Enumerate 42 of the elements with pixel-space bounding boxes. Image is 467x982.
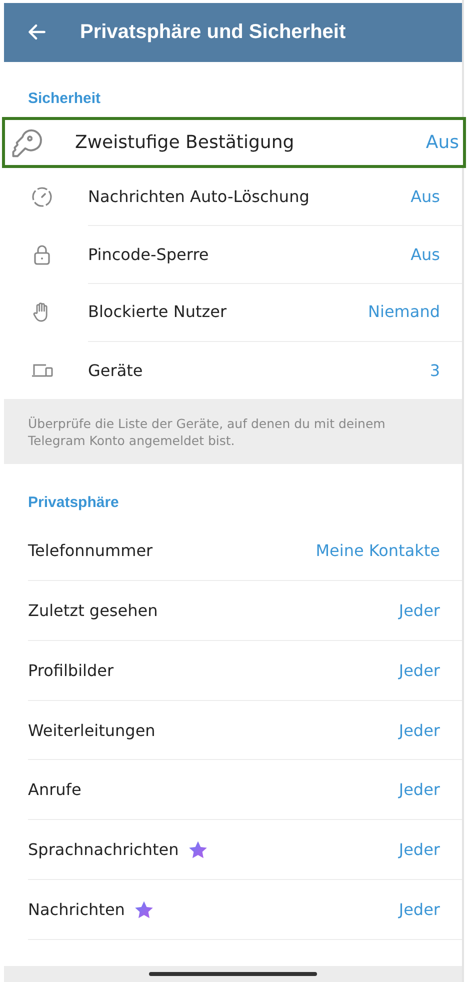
settings-row[interactable]: Nachrichten Auto-Löschung Aus [88,167,462,226]
row-value: Jeder [398,900,440,920]
row-value: Aus [410,244,440,264]
settings-row[interactable]: Sprachnachrichten Jeder [28,820,462,880]
row-label: Profilbilder [28,660,114,680]
row-label: Nachrichten Auto-Löschung [88,186,310,206]
settings-row[interactable]: Zweistufige Bestätigung Aus [2,116,466,168]
info-text: Überprüfe die Liste der Geräte, auf denen du mit deinem Telegram Konto angemeldet bist. [28,415,386,450]
timer-icon [30,184,54,209]
row-value: Aus [410,186,440,206]
row-label: Zuletzt gesehen [28,600,158,620]
home-indicator[interactable] [149,972,317,976]
settings-row[interactable]: Pincode-Sperre Aus [88,225,462,284]
row-label: Nachrichten [28,900,125,920]
settings-row[interactable]: Geräte 3 [88,341,462,400]
row-label: Pincode-Sperre [88,244,210,264]
settings-row[interactable]: Anrufe Jeder [28,760,462,820]
row-value: 3 [430,360,440,380]
row-value: Jeder [398,720,440,740]
row-value: Jeder [398,600,440,620]
settings-row[interactable]: Telefonnummer Meine Kontakte [28,520,462,581]
screen-title: Privatsphäre und Sicherheit [80,20,346,44]
row-value: Jeder [398,780,440,800]
row-value: Jeder [398,660,440,680]
settings-row[interactable]: Weiterleitungen Jeder [28,700,462,760]
section-heading: Privatsphäre [27,492,120,513]
row-label: Weiterleitungen [28,720,156,740]
settings-row[interactable]: Profilbilder Jeder [28,640,462,701]
row-value: Niemand [368,302,440,322]
row-value: Meine Kontakte [316,540,440,560]
settings-row[interactable]: Zuletzt gesehen Jeder [28,580,462,641]
row-label: Blockierte Nutzer [88,302,228,322]
settings-row[interactable]: Blockierte Nutzer Niemand [88,282,462,342]
settings-row[interactable]: Nachrichten Jeder [28,880,462,940]
row-label: Zweistufige Bestätigung [75,132,296,153]
row-label: Sprachnachrichten [28,840,179,860]
section-heading: Sicherheit [27,88,102,109]
row-label: Telefonnummer [28,540,153,560]
row-label: Anrufe [28,780,82,800]
row-value: Aus [426,132,459,153]
row-label: Geräte [88,360,144,380]
row-value: Jeder [398,840,440,860]
